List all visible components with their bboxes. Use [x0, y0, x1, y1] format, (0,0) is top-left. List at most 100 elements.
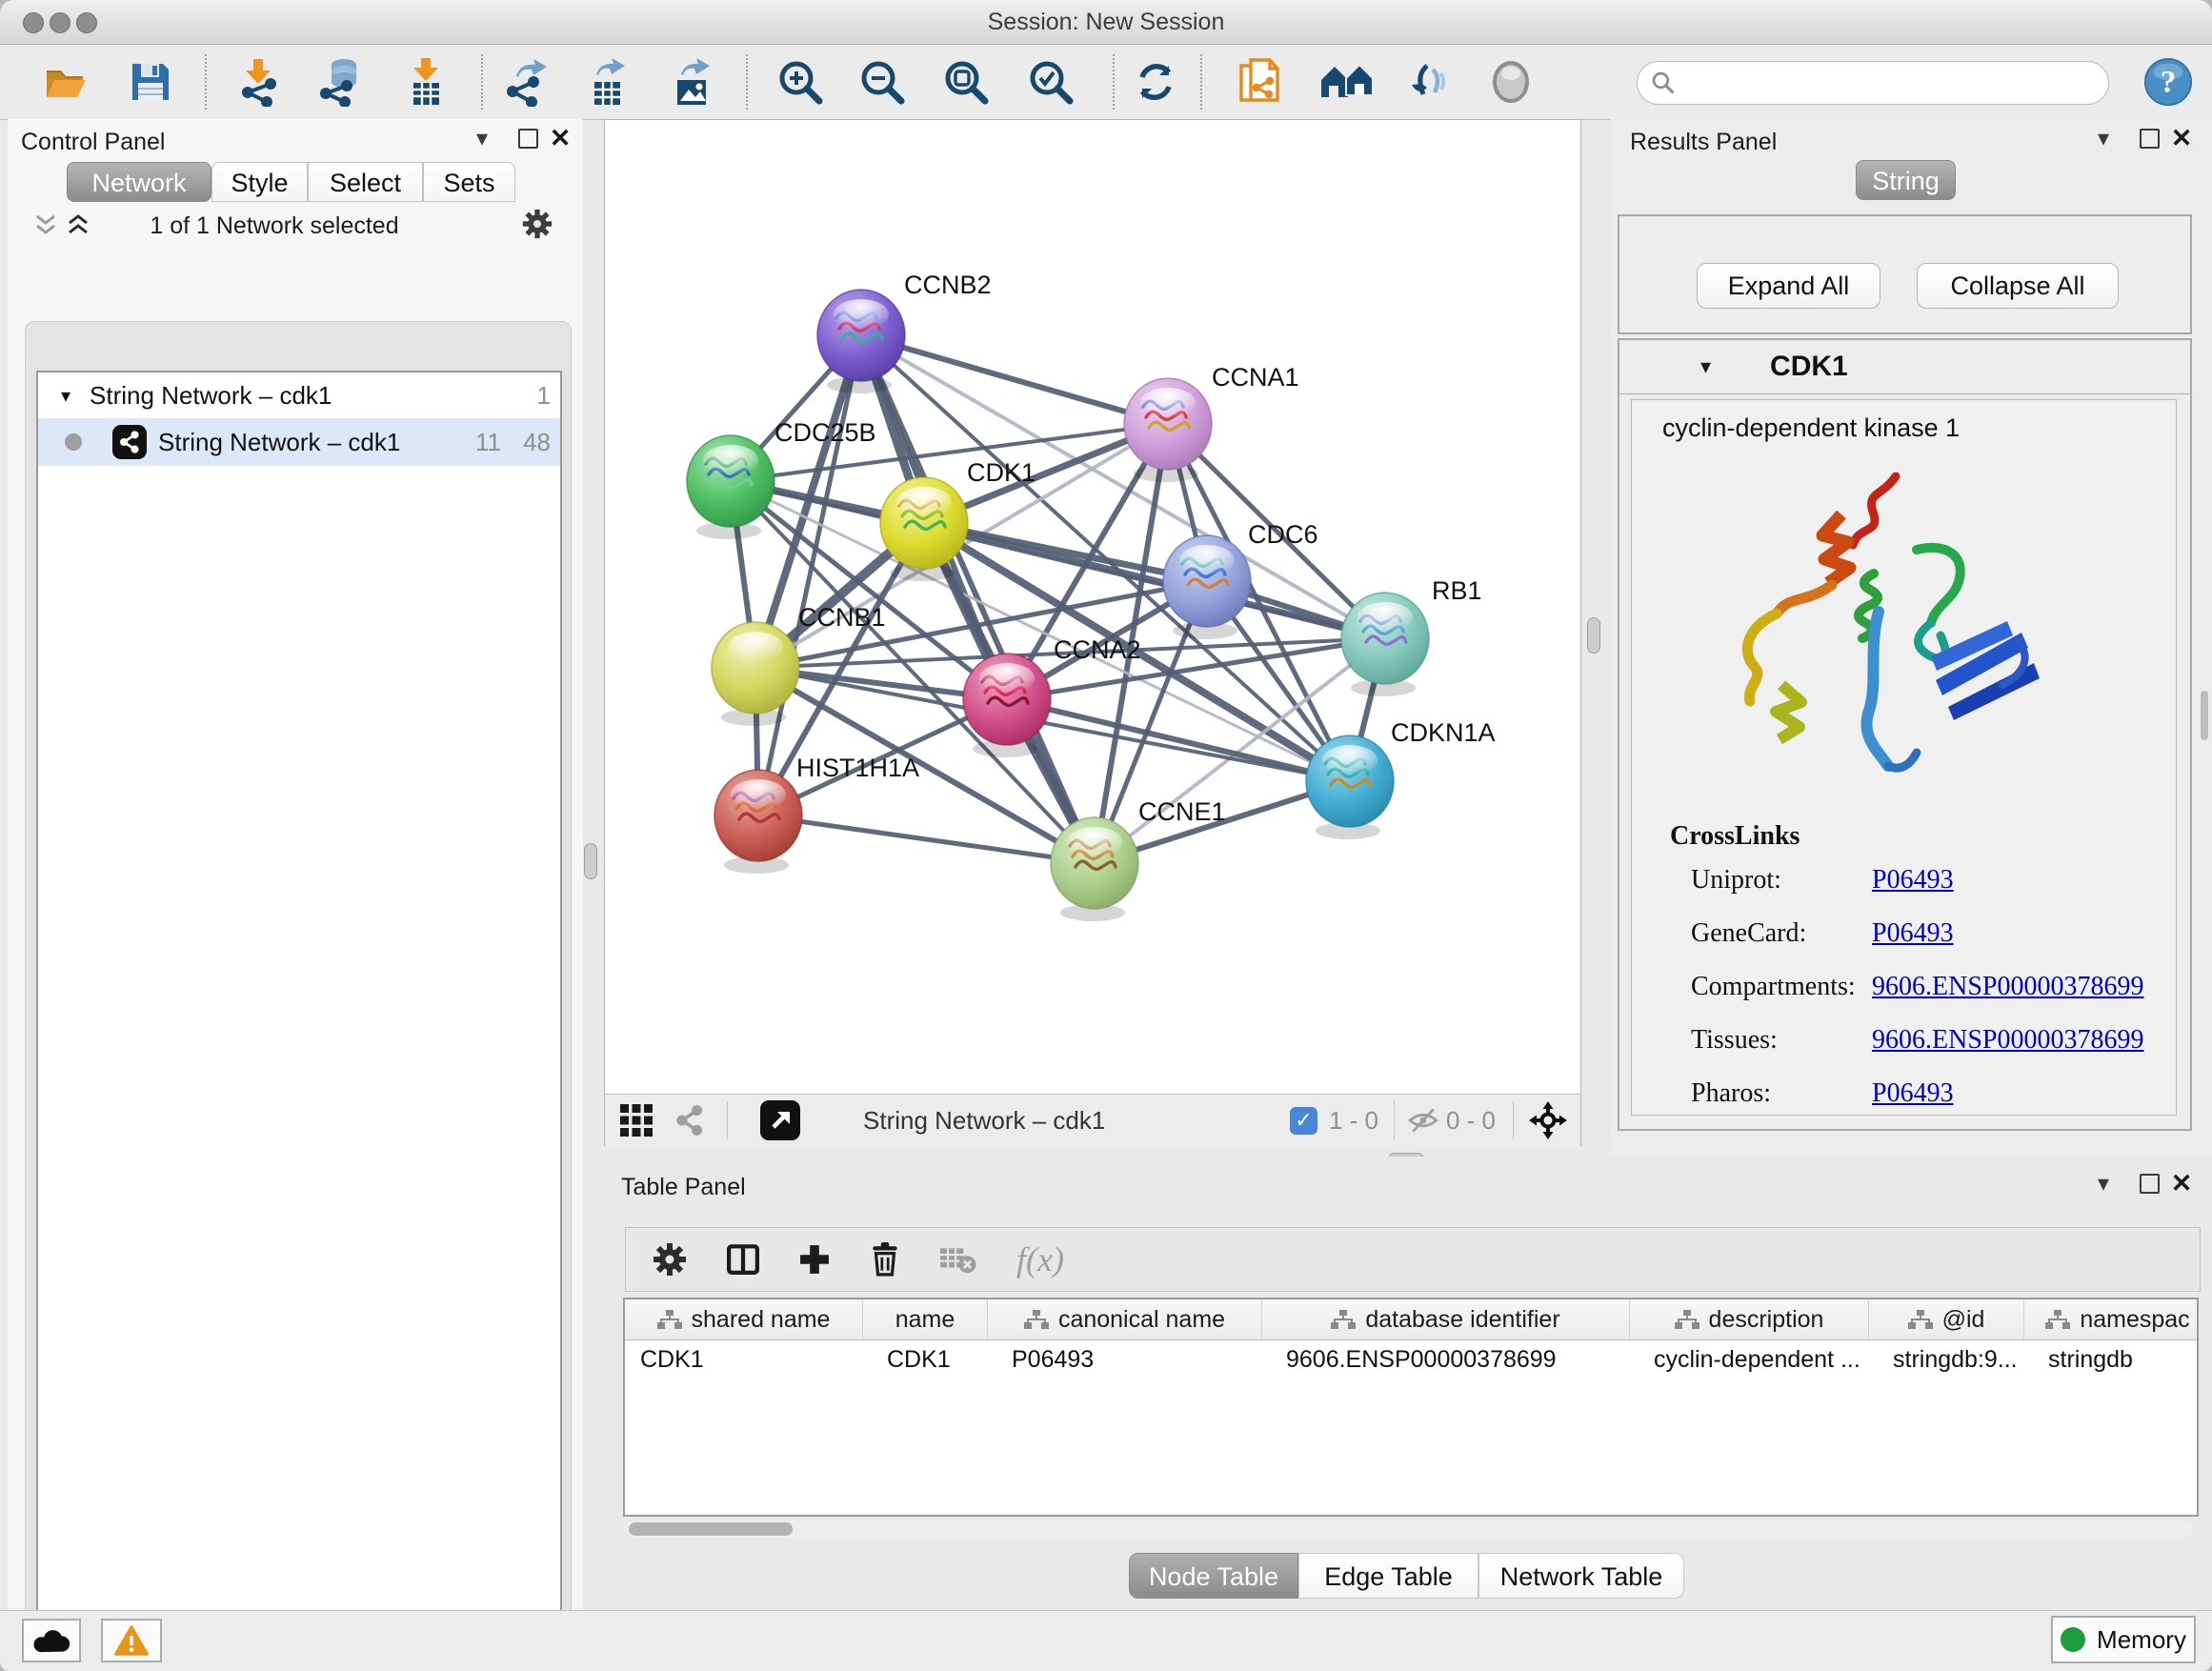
- import-network-button[interactable]: [233, 57, 283, 107]
- column-header-namespac[interactable]: namespac: [2024, 1299, 2199, 1339]
- string-import-button[interactable]: [1235, 57, 1284, 107]
- scrollbar-thumb[interactable]: [629, 1522, 793, 1536]
- open-session-button[interactable]: [40, 57, 90, 107]
- tab-string[interactable]: String: [1856, 160, 1956, 200]
- zoom-fit-icon: [942, 58, 990, 106]
- crosslink-value-link[interactable]: P06493: [1872, 918, 1954, 949]
- column-header-label: shared name: [692, 1306, 831, 1334]
- table-cell[interactable]: stringdb:9...: [1869, 1346, 2024, 1374]
- string-home-button[interactable]: [1318, 57, 1376, 107]
- memory-button[interactable]: Memory: [2051, 1616, 2196, 1663]
- help-button[interactable]: ?: [2143, 57, 2193, 107]
- delete-table-button[interactable]: [940, 1245, 976, 1274]
- network-edge-HIST1H1A-CCNE1[interactable]: [758, 815, 1095, 863]
- network-edge-CCNB2-HIST1H1A[interactable]: [758, 335, 861, 815]
- search-input[interactable]: [1685, 69, 2095, 97]
- column-header-canonical-name[interactable]: canonical name: [988, 1299, 1262, 1339]
- results-panel: Results Panel ▾ ✕ String Expand All Coll…: [1610, 119, 2212, 1157]
- hide-glass-effect-button[interactable]: [1403, 57, 1453, 107]
- network-status-dot: [65, 433, 82, 451]
- table-cell[interactable]: P06493: [988, 1346, 1262, 1374]
- table-cell[interactable]: cyclin-dependent ...: [1630, 1346, 1869, 1374]
- table-cell[interactable]: CDK1: [863, 1346, 988, 1374]
- results-panel-menu-button[interactable]: ▾: [2086, 119, 2121, 157]
- pan-mode-button[interactable]: [1529, 1101, 1567, 1139]
- control-panel-menu-button[interactable]: ▾: [465, 119, 499, 157]
- section-collapse-arrow[interactable]: ▾: [1700, 354, 1711, 379]
- export-image-button[interactable]: [667, 57, 716, 107]
- column-header-name[interactable]: name: [863, 1299, 988, 1339]
- table-row[interactable]: CDK1CDK1P064939606.ENSP00000378699cyclin…: [625, 1340, 2197, 1379]
- column-header-shared-name[interactable]: shared name: [625, 1299, 863, 1339]
- birds-eye-toggle-button[interactable]: [675, 1104, 704, 1137]
- table-options-button[interactable]: [653, 1242, 687, 1277]
- warning-icon: [114, 1625, 149, 1656]
- save-floppy-icon: [129, 60, 172, 104]
- gene-section-header[interactable]: ▾ CDK1: [1619, 340, 2190, 394]
- import-table-button[interactable]: [401, 57, 451, 107]
- table-cell[interactable]: stringdb: [2024, 1346, 2199, 1374]
- grid-view-button[interactable]: [620, 1104, 653, 1137]
- zoom-in-button[interactable]: [775, 57, 825, 107]
- titlebar: Session: New Session: [0, 0, 2212, 45]
- export-network-button[interactable]: [500, 57, 550, 107]
- tab-network[interactable]: Network: [67, 162, 211, 202]
- create-column-button[interactable]: [799, 1244, 830, 1275]
- show-columns-button[interactable]: [727, 1244, 759, 1275]
- table-panel-float-button[interactable]: [2132, 1164, 2166, 1202]
- save-session-button[interactable]: [126, 57, 175, 107]
- cloud-status-button[interactable]: [22, 1619, 81, 1662]
- tab-node-table[interactable]: Node Table: [1129, 1553, 1298, 1599]
- selected-checkbox[interactable]: ✓: [1290, 1107, 1317, 1135]
- tab-network-table[interactable]: Network Table: [1478, 1553, 1684, 1599]
- hierarchy-icon: [657, 1310, 682, 1329]
- crosslink-value-link[interactable]: P06493: [1872, 865, 1954, 896]
- collapse-all-button[interactable]: Collapse All: [1917, 263, 2119, 309]
- results-panel-close-button[interactable]: ✕: [2164, 119, 2199, 157]
- crosslink-value-link[interactable]: 9606.ENSP00000378699: [1872, 972, 2143, 1002]
- table-panel-close-button[interactable]: ✕: [2164, 1164, 2199, 1202]
- node-table: shared name namecanonical namedatabase id…: [623, 1298, 2199, 1517]
- crosslink-value-link[interactable]: P06493: [1872, 1078, 1954, 1109]
- network-canvas[interactable]: CCNB2CCNA1CDC25BCDK1CDC6RB1CCNB1CCNA2CDK…: [605, 120, 1580, 1094]
- search-icon: [1651, 70, 1676, 95]
- zoom-out-button[interactable]: [857, 57, 907, 107]
- hierarchy-icon: [1024, 1310, 1049, 1329]
- column-header-description[interactable]: description: [1630, 1299, 1869, 1339]
- expand-all-button[interactable]: Expand All: [1697, 263, 1880, 309]
- export-table-button[interactable]: [582, 57, 632, 107]
- control-panel-float-button[interactable]: [511, 119, 545, 157]
- function-builder-button[interactable]: f(x): [1016, 1239, 1064, 1279]
- results-panel-float-button[interactable]: [2132, 119, 2166, 157]
- tab-select[interactable]: Select: [308, 162, 423, 202]
- tab-sets[interactable]: Sets: [423, 162, 515, 202]
- network-panel-options-button[interactable]: [522, 209, 554, 241]
- show-glass-effect-button[interactable]: [1486, 57, 1536, 107]
- tree-expand-arrow[interactable]: ▾: [61, 384, 70, 408]
- results-scrollbar-thumb[interactable]: [2201, 691, 2208, 740]
- glass-eye-slash-icon: [1404, 58, 1452, 106]
- zoom-fit-button[interactable]: [941, 57, 991, 107]
- column-header--id[interactable]: @id: [1869, 1299, 2024, 1339]
- refresh-layout-button[interactable]: [1131, 57, 1180, 107]
- delete-column-button[interactable]: [870, 1242, 900, 1277]
- network-collection-row[interactable]: ▾ String Network – cdk1 1: [38, 372, 560, 418]
- right-splitter-handle[interactable]: [1587, 617, 1600, 654]
- tab-style[interactable]: Style: [211, 162, 308, 202]
- column-header-database-identifier[interactable]: database identifier: [1262, 1299, 1630, 1339]
- table-cell[interactable]: CDK1: [625, 1346, 863, 1374]
- crosslink-value-link[interactable]: 9606.ENSP00000378699: [1872, 1025, 2143, 1056]
- network-row-selected[interactable]: String Network – cdk1 11 48: [38, 418, 560, 466]
- export-image-icon: [668, 57, 715, 107]
- detach-view-button[interactable]: [760, 1100, 800, 1140]
- table-cell[interactable]: 9606.ENSP00000378699: [1262, 1346, 1630, 1374]
- control-panel-close-button[interactable]: ✕: [543, 119, 577, 157]
- tab-edge-table[interactable]: Edge Table: [1298, 1553, 1478, 1599]
- table-panel-menu-button[interactable]: ▾: [2086, 1164, 2121, 1202]
- network-edge-CCNB2-CCNE1[interactable]: [861, 335, 1095, 863]
- import-network-from-database-button[interactable]: [313, 57, 363, 107]
- zoom-selected-button[interactable]: [1026, 57, 1076, 107]
- left-splitter-handle[interactable]: [584, 843, 597, 879]
- table-horizontal-scrollbar[interactable]: [625, 1520, 2193, 1538]
- warnings-button[interactable]: [101, 1619, 162, 1662]
